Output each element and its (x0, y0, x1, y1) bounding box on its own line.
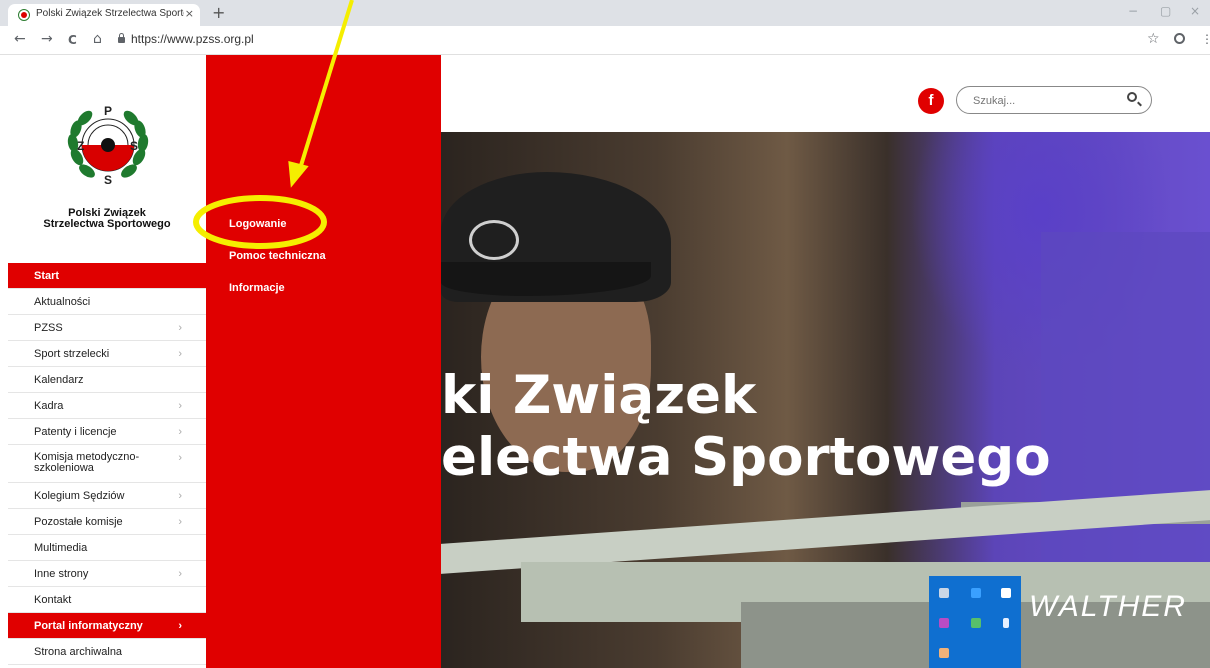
sidebar-item-label: Multimedia (34, 542, 88, 554)
facebook-icon[interactable]: f (918, 88, 944, 114)
sidebar-item-label: Kolegium Sędziów (34, 490, 125, 502)
org-name: Polski Związek Strzelectwa Sportowego (8, 208, 206, 230)
sidebar-item-label: PZSS (34, 322, 63, 334)
sidebar: P Z S S Polski Związek Strzelectwa Sport… (8, 55, 206, 668)
sidebar-item-portal-informatyczny[interactable]: Portal informatyczny › (8, 613, 206, 639)
sidebar-item-pozostale-komisje[interactable]: Pozostałe komisje › (8, 509, 206, 535)
forward-button[interactable]: → (41, 31, 53, 47)
portal-submenu-panel: Logowanie Pomoc techniczna Informacje (206, 55, 441, 668)
minimize-button[interactable]: − (1128, 4, 1138, 18)
sidebar-item-kolegium-sedziow[interactable]: Kolegium Sędziów › (8, 483, 206, 509)
back-button[interactable]: ← (14, 31, 26, 47)
sidebar-item-aktualnosci[interactable]: Aktualności (8, 289, 206, 315)
sidebar-item-sport-strzelecki[interactable]: Sport strzelecki › (8, 341, 206, 367)
submenu-item-informacje[interactable]: Informacje (229, 282, 285, 294)
search-icon[interactable] (1127, 92, 1137, 102)
search-box (956, 86, 1152, 114)
reload-button[interactable]: C (68, 33, 77, 47)
sidebar-item-label: Inne strony (34, 568, 89, 580)
pzss-logo[interactable]: P Z S S (63, 104, 153, 193)
sidebar-item-label: Sport strzelecki (34, 348, 110, 360)
sidebar-item-label: Pozostałe komisje (34, 516, 123, 528)
sidebar-item-strona-archiwalna[interactable]: Strona archiwalna (8, 639, 206, 665)
menu-dots-icon[interactable]: ⋮ (1201, 32, 1210, 46)
chevron-right-icon: › (178, 348, 182, 360)
lock-icon (118, 33, 125, 43)
hero-title-line2: electwa Sportowego (441, 427, 1051, 488)
sidebar-item-komisja-metodyczna[interactable]: Komisja metodyczno- szkoleniowa › (8, 445, 206, 483)
tray-network-icon[interactable] (939, 588, 949, 598)
sidebar-item-label: Kalendarz (34, 374, 84, 386)
chevron-right-icon: › (178, 452, 182, 464)
org-name-line2: Strzelectwa Sportowego (43, 218, 171, 230)
sidebar-item-kalendarz[interactable]: Kalendarz (8, 367, 206, 393)
chevron-right-icon: › (178, 568, 182, 580)
home-button[interactable]: ⌂ (93, 31, 102, 47)
tray-display-icon[interactable] (971, 588, 981, 598)
logo-letter-left: Z (77, 139, 84, 153)
address-input[interactable]: https://www.pzss.org.pl (131, 32, 254, 46)
sidebar-item-label: Portal informatyczny (34, 620, 143, 632)
chevron-right-icon: › (178, 516, 182, 528)
close-window-button[interactable]: × (1190, 4, 1200, 18)
hero-rifle-brand: WALTHER (1029, 590, 1187, 623)
sidebar-item-label: Kontakt (34, 594, 72, 606)
sidebar-item-multimedia[interactable]: Multimedia (8, 535, 206, 561)
sidebar-item-label: Strona archiwalna (34, 646, 123, 658)
maximize-button[interactable]: ▢ (1160, 4, 1171, 18)
tray-app-icon[interactable] (971, 618, 981, 628)
chevron-right-icon: › (178, 400, 182, 412)
sidebar-menu: Start Aktualności PZSS › Sport strzelecki… (8, 263, 206, 665)
chevron-right-icon: › (178, 322, 182, 334)
sidebar-item-kadra[interactable]: Kadra › (8, 393, 206, 419)
sidebar-item-label: Start (34, 270, 60, 282)
hero-title: ki Związek electwa Sportowego (441, 365, 1210, 489)
chevron-right-icon: › (178, 490, 182, 502)
sidebar-item-label: Kadra (34, 400, 64, 412)
sidebar-item-kontakt[interactable]: Kontakt (8, 587, 206, 613)
tab-close-icon[interactable]: × (185, 7, 194, 20)
tray-shield-icon[interactable] (1001, 588, 1011, 598)
browser-titlebar: Polski Związek Strzelectwa Sportowego × … (0, 0, 1210, 26)
tray-language-icon[interactable] (939, 618, 949, 628)
chevron-right-icon: › (178, 620, 182, 632)
tab-title: Polski Związek Strzelectwa Sportowego (36, 8, 184, 19)
submenu-item-pomoc-techniczna[interactable]: Pomoc techniczna (229, 250, 326, 262)
browser-tab[interactable]: Polski Związek Strzelectwa Sportowego × (8, 4, 200, 26)
site-favicon-icon (18, 9, 30, 21)
sidebar-item-label: Patenty i licencje (34, 426, 117, 438)
search-input[interactable] (971, 91, 1115, 111)
new-tab-button[interactable]: + (212, 3, 225, 22)
extension-icon[interactable] (1174, 33, 1185, 44)
submenu-item-logowanie[interactable]: Logowanie (229, 218, 286, 230)
logo-letter-right: S (130, 139, 138, 153)
sidebar-item-pzss[interactable]: PZSS › (8, 315, 206, 341)
sidebar-item-start[interactable]: Start (8, 263, 206, 289)
tray-volume-icon[interactable] (939, 648, 949, 658)
chevron-right-icon: › (178, 426, 182, 438)
sidebar-item-patenty[interactable]: Patenty i licencje › (8, 419, 206, 445)
logo-letter-bottom: S (104, 173, 112, 187)
sidebar-item-label: Aktualności (34, 296, 91, 308)
system-tray-popup (929, 576, 1021, 668)
browser-toolbar: ← → C ⌂ https://www.pzss.org.pl ☆ ⋮ (0, 26, 1210, 55)
bookmark-star-icon[interactable]: ☆ (1147, 31, 1160, 47)
tray-bluetooth-icon[interactable] (1003, 618, 1009, 628)
sidebar-item-inne-strony[interactable]: Inne strony › (8, 561, 206, 587)
hero-title-line1: ki Związek (441, 365, 757, 426)
hero-cap-logo (469, 220, 519, 260)
logo-letter-top: P (104, 105, 112, 118)
